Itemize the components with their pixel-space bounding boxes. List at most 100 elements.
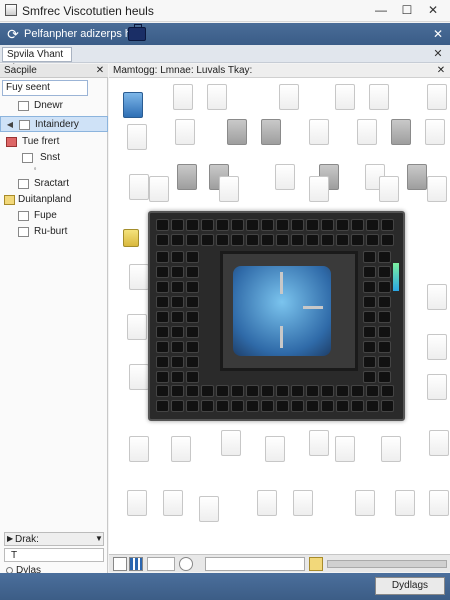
folder-icon [4, 195, 15, 205]
device-preview[interactable] [148, 211, 405, 421]
sidebar-item-label: Fuy seent [6, 82, 50, 93]
thumbnail[interactable] [407, 164, 427, 190]
thumbnail[interactable] [129, 174, 149, 200]
thumbnail[interactable] [381, 436, 401, 462]
sidebar-close-button[interactable]: ✕ [94, 64, 106, 77]
thumbnail[interactable] [207, 84, 227, 110]
device-key [363, 326, 376, 338]
thumbnail[interactable] [391, 119, 411, 145]
content-header: Mamtogg: Lmnae: Luvals Tkay: ✕ [109, 64, 450, 78]
briefcase-icon[interactable] [128, 24, 146, 41]
thumbnail[interactable] [129, 364, 149, 390]
zoom-slider[interactable] [327, 560, 447, 568]
tab-close-button[interactable]: ✕ [430, 46, 446, 62]
thumbnail[interactable] [129, 436, 149, 462]
thumbnail[interactable] [357, 119, 377, 145]
content-close-button[interactable]: ✕ [435, 64, 447, 77]
sidebar-item-intaindery[interactable]: ◀ Intaindery [0, 116, 108, 132]
device-key [216, 234, 229, 246]
thumbnail[interactable] [127, 314, 147, 340]
device-key [366, 219, 379, 231]
thumbnail[interactable] [309, 430, 329, 456]
thumbnail[interactable] [127, 124, 147, 150]
thumbnail[interactable] [429, 490, 449, 516]
sidebar-item-duitanpland[interactable]: Duitanpland [0, 192, 108, 208]
device-key [276, 385, 289, 397]
dialogs-button[interactable]: Dydlags [375, 577, 445, 595]
grid-view-icon[interactable] [129, 557, 143, 571]
thumbnail[interactable] [427, 84, 447, 110]
device-key [156, 371, 169, 383]
thumbnail[interactable] [261, 119, 281, 145]
toolbar-label: Pelfanpher adizerps hert [24, 28, 144, 40]
thumbnail[interactable] [335, 436, 355, 462]
device-key [156, 311, 169, 323]
thumbnail[interactable] [279, 84, 299, 110]
thumbnail[interactable] [149, 176, 169, 202]
thumbnail[interactable] [163, 490, 183, 516]
thumbnail[interactable] [427, 374, 447, 400]
thumbnail[interactable] [177, 164, 197, 190]
thumbnail[interactable] [309, 119, 329, 145]
minimize-button[interactable]: — [368, 0, 394, 20]
sidebar-item-dnewr[interactable]: Dnewr [0, 98, 108, 114]
sidebar-item-fupe[interactable]: Fupe [0, 208, 108, 224]
tab-main[interactable]: Spvila Vhant at [2, 47, 72, 73]
device-key [171, 356, 184, 368]
thumbnail[interactable] [427, 334, 447, 360]
device-key [186, 385, 199, 397]
device-key [216, 400, 229, 412]
thumbnail[interactable] [335, 84, 355, 110]
page-icon[interactable] [113, 557, 127, 571]
refresh-icon[interactable]: ⟳ [5, 26, 21, 42]
thumbnail[interactable] [293, 490, 313, 516]
thumbnail[interactable] [171, 436, 191, 462]
chevron-down-icon[interactable]: ▼ [95, 534, 103, 543]
close-button[interactable]: ✕ [420, 0, 446, 20]
status-field[interactable] [205, 557, 305, 571]
thumbnail[interactable] [257, 490, 277, 516]
thumbnail-blue[interactable] [123, 92, 143, 118]
thumbnail[interactable] [425, 119, 445, 145]
thumbnail[interactable] [219, 176, 239, 202]
folder-icon[interactable] [309, 557, 323, 571]
thumbnail[interactable] [275, 164, 295, 190]
toolbar-close-button[interactable]: ✕ [430, 26, 446, 42]
thumbnail[interactable] [199, 496, 219, 522]
sidebar-item-ru-burt[interactable]: Ru-burt [0, 224, 108, 240]
thumbnail[interactable] [265, 436, 285, 462]
thumbnail[interactable] [175, 119, 195, 145]
thumbnail[interactable] [127, 490, 147, 516]
thumbnail[interactable] [429, 430, 449, 456]
device-key [261, 385, 274, 397]
thumbnail[interactable] [379, 176, 399, 202]
sidebar-item-label: Dnewr [34, 100, 63, 111]
thumbnail[interactable] [395, 490, 415, 516]
thumbnail-yellow[interactable] [123, 229, 139, 247]
thumbnail[interactable] [129, 264, 149, 290]
thumbnail[interactable] [355, 490, 375, 516]
status-bar: Dydlags [0, 573, 450, 600]
sidebar-item-search[interactable]: Fuy seent [0, 80, 108, 96]
thumbnail[interactable] [221, 430, 241, 456]
device-key [366, 400, 379, 412]
device-key [276, 234, 289, 246]
thumbnail[interactable] [227, 119, 247, 145]
zoom-field[interactable] [147, 557, 175, 571]
thumbnail[interactable] [427, 284, 447, 310]
thumbnail[interactable] [173, 84, 193, 110]
thumbnail[interactable] [369, 84, 389, 110]
chevron-left-icon[interactable]: ◀ [5, 117, 15, 133]
sidebar-item-sractart[interactable]: Sractart [0, 176, 108, 192]
device-key [171, 385, 184, 397]
device-key [171, 296, 184, 308]
thumbnail[interactable] [309, 176, 329, 202]
sidebar-item-label: Intaindery [35, 119, 79, 130]
app-icon [5, 4, 17, 16]
drak-dropdown[interactable]: ▶ Drak: ▼ [4, 532, 104, 546]
maximize-button[interactable]: ☐ [394, 0, 420, 20]
search-icon[interactable] [179, 557, 193, 571]
t-input[interactable]: T [4, 548, 104, 562]
sidebar-item-tue-frert[interactable]: Tue frert [0, 134, 108, 150]
thumbnail[interactable] [427, 176, 447, 202]
